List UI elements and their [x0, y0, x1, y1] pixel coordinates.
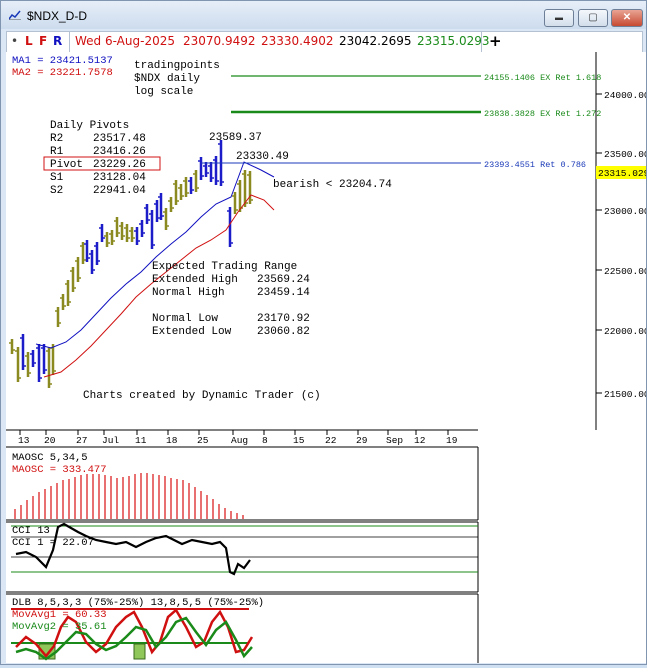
retracement-label: 24155.1406 EX Ret 1.618	[484, 73, 601, 83]
retracement-label: 23838.3828 EX Ret 1.272	[484, 109, 601, 119]
current-price-label: 23315.0293	[598, 168, 646, 179]
minimize-icon: ▬	[555, 13, 563, 22]
quote-open: 23070.9492	[183, 34, 256, 48]
cci-value: CCI 1 = 22.07	[12, 537, 94, 549]
etr-norm-high-name: Normal High	[152, 287, 225, 299]
date-tick-label: Sep	[386, 435, 403, 446]
cci-panel[interactable]: CCI 13 CCI 1 = 22.07	[6, 521, 479, 593]
retracement-label: 23393.4551 Ret 0.786	[484, 160, 586, 170]
date-tick-label: Aug	[231, 435, 248, 446]
quote-high: 23330.4902	[261, 34, 334, 48]
ma1-label: MA1 = 23421.5137	[12, 55, 113, 67]
header-line-2: $NDX daily	[134, 73, 200, 85]
dlb-low-zone-2	[133, 643, 146, 660]
pivot-r1-value: 23416.26	[93, 146, 146, 158]
price-tick-label: 22500.0000	[604, 266, 646, 277]
close-button[interactable]: ✕	[611, 9, 643, 27]
price-tick-label: 22000.0000	[604, 326, 646, 337]
bearish-label: bearish < 23204.74	[273, 179, 392, 191]
quote-low: 23042.2695	[339, 34, 412, 48]
pivot-s2-value: 22941.04	[93, 185, 146, 197]
date-tick-label: 8	[262, 435, 268, 446]
etr-title: Expected Trading Range	[152, 261, 297, 273]
pivot-r2-name: R2	[50, 133, 63, 145]
window-title: $NDX_D-D	[27, 9, 88, 23]
pivots-table: R2 23517.48 R1 23416.26 Pivot 23229.26 S…	[43, 133, 161, 197]
maosc-panel[interactable]: MAOSC 5,34,5 MAOSC = 333.477	[6, 446, 479, 521]
cci-title: CCI 13	[12, 525, 50, 537]
quote-toolbar: • L F R Wed 6-Aug-2025 23070.9492 23330.…	[6, 31, 643, 53]
pivot-value: 23229.26	[93, 159, 146, 171]
pivot-r1-name: R1	[50, 146, 64, 158]
date-tick-label: 19	[446, 435, 458, 446]
pivot-r2-value: 23517.48	[93, 133, 146, 145]
peak-label: 23589.37	[209, 132, 262, 144]
date-tick-label: 12	[414, 435, 426, 446]
pivots-title: Daily Pivots	[50, 120, 129, 132]
date-tick-label: 18	[166, 435, 178, 446]
etr-ext-low-name: Extended Low	[152, 326, 232, 338]
window: $NDX_D-D ▬ ▢ ✕ • L F R Wed 6-Aug-2025 23…	[0, 0, 647, 665]
date-tick-label: 13	[18, 435, 30, 446]
etr-ext-high-value: 23569.24	[257, 274, 310, 286]
etr-norm-low-name: Normal Low	[152, 313, 218, 325]
price-tick-label: 23000.0000	[604, 206, 646, 217]
date-tick-label: 15	[293, 435, 305, 446]
dlb-mov1: MovAvg1 = 60.33	[12, 609, 107, 621]
l-button[interactable]: L	[25, 34, 33, 48]
dlb-title: DLB 8,5,3,3 (75%-25%) 13,8,5,5 (75%-25%)	[12, 597, 264, 609]
dlb-panel[interactable]: DLB 8,5,3,3 (75%-25%) 13,8,5,5 (75%-25%)…	[6, 593, 479, 663]
date-tick-label: 27	[76, 435, 87, 446]
last-high-label: 23330.49	[236, 151, 289, 163]
ma2-label: MA2 = 23221.7578	[12, 67, 113, 79]
chart-icon	[9, 10, 21, 20]
etr-norm-high-value: 23459.14	[257, 287, 310, 299]
date-tick-label: 22	[325, 435, 337, 446]
etr-ext-low-value: 23060.82	[257, 326, 310, 338]
price-tick-label: 23500.0000	[604, 149, 646, 160]
price-chart-svg[interactable]: 24155.1406 EX Ret 1.618 23838.3828 EX Ret…	[6, 52, 647, 663]
close-icon: ✕	[622, 12, 632, 23]
minimize-button[interactable]: ▬	[544, 9, 574, 27]
header-line-1: tradingpoints	[134, 60, 220, 72]
date-tick-label: 20	[44, 435, 56, 446]
maosc-value: MAOSC = 333.477	[12, 464, 107, 476]
credit-label: Charts created by Dynamic Trader (c)	[83, 390, 321, 402]
date-tick-label: 29	[356, 435, 368, 446]
pivot-s1-value: 23128.04	[93, 172, 146, 184]
chart-area[interactable]: 24155.1406 EX Ret 1.618 23838.3828 EX Ret…	[6, 52, 647, 663]
etr-norm-low-value: 23170.92	[257, 313, 310, 325]
r-button[interactable]: R	[53, 34, 62, 48]
dlb-mov2: MovAvg2 = 35.61	[12, 621, 107, 633]
f-button[interactable]: F	[39, 34, 47, 48]
maximize-button[interactable]: ▢	[578, 9, 608, 27]
date-tick-label: Jul	[102, 435, 119, 446]
title-bar[interactable]: $NDX_D-D ▬ ▢ ✕	[1, 1, 646, 29]
maximize-icon: ▢	[588, 12, 598, 23]
price-tick-label: 24000.0000	[604, 90, 646, 101]
quote-date: Wed 6-Aug-2025	[75, 34, 175, 48]
date-tick-label: 11	[135, 435, 147, 446]
pivot-name: Pivot	[50, 159, 83, 171]
etr-ext-high-name: Extended High	[152, 274, 238, 286]
bullet-icon: •	[11, 34, 19, 48]
maosc-title: MAOSC 5,34,5	[12, 452, 88, 464]
price-tick-label: 21500.0000	[604, 389, 646, 400]
quote-close: 23315.0293	[417, 34, 490, 48]
add-icon[interactable]: +	[489, 32, 502, 50]
pivot-s1-name: S1	[50, 172, 64, 184]
header-line-3: log scale	[134, 86, 193, 98]
date-tick-label: 25	[197, 435, 209, 446]
pivot-s2-name: S2	[50, 185, 63, 197]
